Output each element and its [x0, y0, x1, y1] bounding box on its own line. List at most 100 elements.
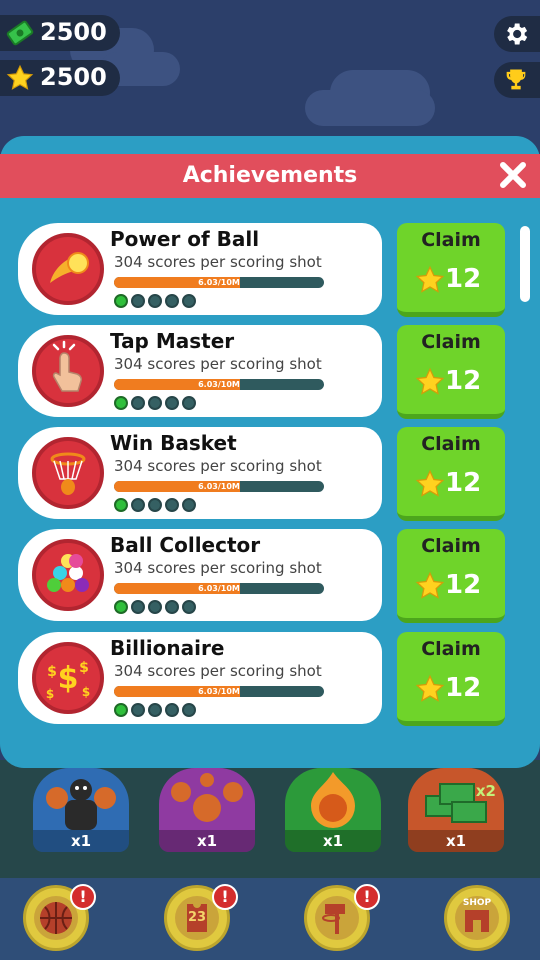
achievement-row-5: $ $ $ $ $ Billionaire 304 scores per scoring… — [18, 632, 382, 724]
alert-badge: ! — [354, 884, 380, 910]
svg-text:$: $ — [47, 664, 57, 680]
achievement-description: 304 scores per scoring shot — [114, 457, 322, 475]
cash-icon — [6, 19, 34, 47]
leaderboard-button[interactable] — [494, 62, 540, 98]
powerup-count: x1 — [159, 830, 255, 852]
trophy-icon — [506, 69, 526, 90]
level-dot — [131, 396, 145, 410]
achievement-title: Billionaire — [110, 636, 225, 660]
achievement-description: 304 scores per scoring shot — [114, 355, 322, 373]
cash-value: 2500 — [40, 18, 107, 46]
progress-text: 6.03/10M — [198, 482, 240, 491]
svg-text:$: $ — [46, 687, 54, 701]
reward-amount: 12 — [445, 673, 482, 703]
progress-bar: 6.03/10M — [114, 277, 324, 288]
shop-label: SHOP — [462, 898, 492, 908]
level-dot — [182, 498, 196, 512]
claim-label: Claim — [421, 331, 481, 353]
claim-button[interactable]: Claim 12 — [397, 325, 505, 419]
powerup-multi-ball[interactable]: x1 — [159, 768, 255, 852]
cloud — [305, 90, 435, 126]
powerup-count: x1 — [33, 830, 129, 852]
level-dots — [114, 395, 199, 414]
alert-badge: ! — [212, 884, 238, 910]
level-dot — [148, 703, 162, 717]
modal-header: Achievements — [0, 154, 540, 198]
level-dots — [114, 293, 199, 312]
reward-amount: 12 — [445, 570, 482, 600]
achievement-badge — [32, 437, 104, 509]
progress-text: 6.03/10M — [198, 380, 240, 389]
achievement-badge — [32, 539, 104, 611]
claim-label: Claim — [421, 638, 481, 660]
level-dot — [131, 703, 145, 717]
level-dot — [148, 600, 162, 614]
achievement-title: Tap Master — [110, 329, 235, 353]
achievement-description: 304 scores per scoring shot — [114, 559, 322, 577]
star-icon — [415, 674, 445, 702]
progress-bar: 6.03/10M — [114, 686, 324, 697]
achievement-badge — [32, 335, 104, 407]
level-dot — [165, 396, 179, 410]
powerup-count: x1 — [285, 830, 381, 852]
level-dot — [182, 396, 196, 410]
modal-title: Achievements — [182, 163, 358, 188]
achievement-badge: $ $ $ $ $ — [32, 642, 104, 714]
achievement-row-1: Power of Ball 304 scores per scoring sho… — [18, 223, 382, 315]
claim-button[interactable]: Claim 12 — [397, 632, 505, 726]
powerup-strongman[interactable]: x1 — [33, 768, 129, 852]
level-dot — [148, 294, 162, 308]
level-dot — [114, 600, 128, 614]
level-dot — [114, 703, 128, 717]
progress-bar: 6.03/10M — [114, 481, 324, 492]
achievement-title: Power of Ball — [110, 227, 260, 251]
svg-text:$: $ — [82, 685, 90, 699]
powerup-cash[interactable]: x2 x1 — [408, 768, 504, 852]
close-icon[interactable] — [498, 160, 528, 190]
settings-button[interactable] — [494, 16, 540, 52]
level-dot — [182, 294, 196, 308]
achievement-badge — [32, 233, 104, 305]
level-dot — [131, 294, 145, 308]
star-icon — [6, 64, 34, 92]
level-dots — [114, 599, 199, 618]
jersey-number: 23 — [187, 910, 207, 925]
level-dot — [182, 600, 196, 614]
claim-button[interactable]: Claim 12 — [397, 427, 505, 521]
fire-ball-icon — [311, 772, 355, 828]
claim-button[interactable]: Claim 12 — [397, 529, 505, 623]
progress-bar: 6.03/10M — [114, 583, 324, 594]
level-dot — [131, 600, 145, 614]
level-dot — [131, 498, 145, 512]
cash-counter: 2500 — [0, 15, 120, 51]
basket-hoop-icon — [50, 452, 86, 495]
level-dot — [182, 703, 196, 717]
scrollbar-thumb[interactable] — [520, 226, 530, 302]
star-icon — [415, 571, 445, 599]
achievement-row-3: Win Basket 304 scores per scoring shot 6… — [18, 427, 382, 519]
level-dot — [148, 498, 162, 512]
level-dots — [114, 497, 199, 516]
svg-text:$: $ — [79, 660, 89, 676]
reward-amount: 12 — [445, 264, 482, 294]
level-dot — [165, 294, 179, 308]
star-counter: 2500 — [0, 60, 120, 96]
level-dot — [114, 294, 128, 308]
powerup-fire-ball[interactable]: x1 — [285, 768, 381, 852]
colored-balls-icon — [47, 554, 89, 592]
alert-badge: ! — [70, 884, 96, 910]
claim-button[interactable]: Claim 12 — [397, 223, 505, 317]
tap-finger-icon — [52, 340, 82, 392]
svg-text:$: $ — [58, 661, 79, 696]
multiplier-label: x2 — [475, 782, 496, 800]
star-icon — [415, 265, 445, 293]
level-dots — [114, 702, 199, 721]
achievement-description: 304 scores per scoring shot — [114, 253, 322, 271]
nav-shop-button[interactable]: SHOP — [444, 885, 510, 951]
star-icon — [415, 469, 445, 497]
level-dot — [165, 600, 179, 614]
fireball-icon — [50, 252, 89, 283]
achievement-row-4: Ball Collector 304 scores per scoring sh… — [18, 529, 382, 621]
level-dot — [148, 396, 162, 410]
gear-icon — [507, 23, 528, 45]
